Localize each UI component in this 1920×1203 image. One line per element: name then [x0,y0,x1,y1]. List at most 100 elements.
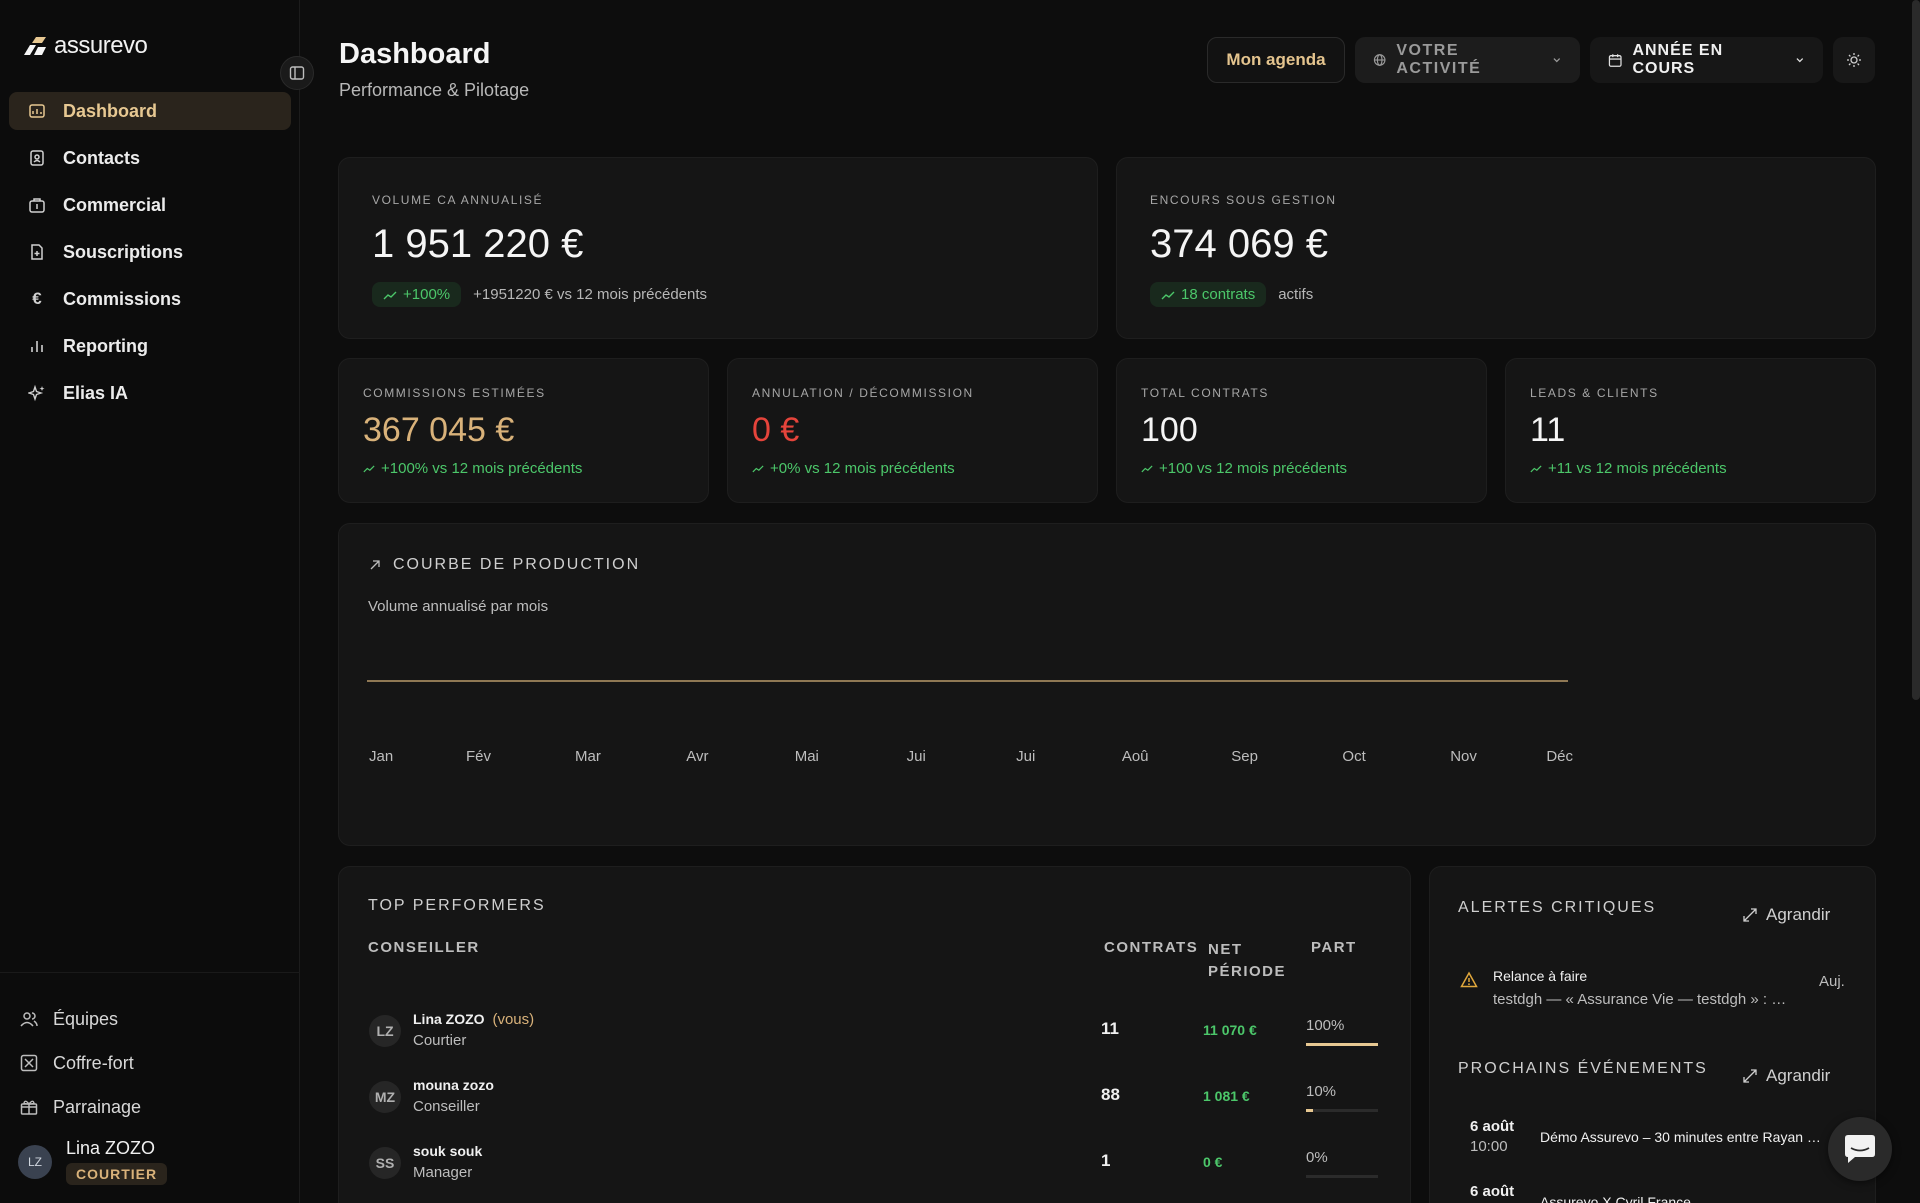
kpi-label: COMMISSIONS ESTIMÉES [363,386,546,400]
kpi-card-commissions: COMMISSIONS ESTIMÉES 367 045 € +100% vs … [338,358,709,503]
alerts-expand-button[interactable]: Agrandir [1742,905,1830,925]
sidebar-item-commercial[interactable]: Commercial [9,186,291,224]
x-tick-label: Avr [686,748,708,765]
sidebar-bottom-nav: Équipes Coffre-fort Parrainage [0,972,300,1129]
sidebar-panel-icon [289,66,305,80]
advisor-role: Conseiller [413,1098,480,1115]
section-title: TOP PERFORMERS [368,897,546,914]
share-percent: 100% [1306,1017,1345,1034]
kpi-card-total-contrats: TOTAL CONTRATS 100 +100 vs 12 mois précé… [1116,358,1487,503]
agenda-button-label: Mon agenda [1226,50,1326,69]
advisor-role: Courtier [413,1032,467,1049]
trend-badge-text: +100% [403,286,451,303]
kpi-label: VOLUME CA ANNUALISÉ [372,193,544,207]
kpi-trend-text: +11 vs 12 mois précédents [1548,460,1727,477]
sidebar-item-label: Équipes [53,1008,119,1029]
chat-widget-button[interactable] [1828,1117,1892,1181]
share-bar [1306,1109,1378,1112]
sidebar-item-dashboard[interactable]: Dashboard [9,92,291,130]
dashboard-icon [27,101,47,121]
sun-icon [1847,53,1861,67]
events-expand-label: Agrandir [1766,1066,1831,1085]
kpi-card-annulation: ANNULATION / DÉCOMMISSION 0 € +0% vs 12 … [727,358,1098,503]
column-header-contracts[interactable]: CONTRATS [1104,939,1198,956]
warning-icon [1460,971,1478,988]
x-tick-label: Jui [907,748,926,765]
activity-filter-dropdown[interactable]: VOTRE ACTIVITÉ [1355,37,1580,83]
users-icon [20,1012,38,1027]
share-bar [1306,1043,1378,1046]
contracts-count: 1 [1101,1151,1111,1170]
contracts-badge-text: 18 contrats [1181,286,1256,303]
x-tick-label: Nov [1450,748,1477,765]
kpi-note: +1951220 € vs 12 mois précédents [473,286,708,303]
trend-badge: +100% [372,282,462,307]
brand-logo[interactable]: assurevo [22,32,148,60]
column-header-share[interactable]: PART [1311,939,1357,956]
agenda-button[interactable]: Mon agenda [1207,37,1345,83]
trend-up-icon [363,465,375,473]
sidebar-item-souscriptions[interactable]: Souscriptions [9,233,291,271]
trend-up-icon [1161,291,1175,299]
column-header-advisor[interactable]: CONSEILLER [368,939,480,956]
advisor-name: Lina ZOZO (vous) [413,1011,534,1028]
sidebar-item-label: Coffre-fort [53,1052,134,1073]
euro-icon: € [32,289,42,308]
event-date: 6 août [1470,1118,1515,1135]
user-profile[interactable]: LZ Lina ZOZO COURTIER [18,1138,168,1185]
bar-chart-icon [27,336,47,356]
kpi-value: 1 951 220 € [372,222,584,266]
avatar: SS [369,1147,401,1179]
advisor-name-text: Lina ZOZO [413,1011,485,1027]
sidebar-item-label: Elias IA [63,382,129,403]
sidebar-item-parrainage[interactable]: Parrainage [0,1085,300,1129]
sidebar-item-reporting[interactable]: Reporting [9,327,291,365]
alert-time: Auj. [1819,973,1845,990]
production-line-chart: Jan Fév Mar Avr Mai Jui Jui Aoû Sep Oct Nov Déc [367,680,1573,765]
kpi-trend-text: +100% vs 12 mois précédents [381,460,583,477]
event-title: Démo Assurevo – 30 minutes entre Rayan … [1540,1129,1821,1145]
kpi-value: 367 045 € [363,411,515,449]
sidebar-item-label: Commercial [63,194,167,215]
brand-name: assurevo [54,32,148,59]
trend-up-icon [1141,465,1153,473]
period-filter-dropdown[interactable]: ANNÉE EN COURS [1590,37,1823,83]
sidebar-item-contacts[interactable]: Contacts [9,139,291,177]
contracts-badge: 18 contrats [1150,282,1267,307]
trend-up-icon [1530,465,1542,473]
contracts-count: 88 [1101,1085,1120,1104]
user-name: Lina ZOZO [66,1138,156,1158]
event-time: 10:00 [1470,1138,1508,1155]
page-scrollbar[interactable] [1912,0,1920,700]
calendar-icon [1608,53,1622,67]
sidebar-item-coffre-fort[interactable]: Coffre-fort [0,1041,300,1085]
user-role-badge: COURTIER [66,1163,168,1185]
share-percent: 10% [1306,1083,1337,1100]
sidebar-item-equipes[interactable]: Équipes [0,997,300,1041]
x-tick-label: Fév [466,748,492,765]
kpi-trend-row: +100% +1951220 € vs 12 mois précédents [372,282,707,307]
x-tick-label: Oct [1342,748,1366,765]
sidebar-toggle-button[interactable] [280,56,314,90]
sidebar-item-label: Dashboard [63,100,158,121]
alert-text: testdgh — « Assurance Vie — testdgh » : … [1493,991,1787,1008]
trend-up-icon [752,465,764,473]
kpi-label: ANNULATION / DÉCOMMISSION [752,386,974,400]
you-tag: (vous) [492,1011,535,1028]
sidebar-item-label: Commissions [63,288,182,309]
sidebar-item-label: Parrainage [53,1096,142,1117]
alerts-title: ALERTES CRITIQUES [1458,899,1657,916]
sidebar-item-commissions[interactable]: € Commissions [9,280,291,318]
sidebar: assurevo Dashboard Contacts Commercial S… [0,0,314,1203]
contacts-icon [27,148,47,168]
avatar: MZ [369,1081,401,1113]
theme-toggle-button[interactable] [1833,37,1875,83]
column-header-net[interactable]: NET PÉRIODE [1208,939,1286,983]
kpi-value: 0 € [752,411,800,449]
sidebar-item-elias-ia[interactable]: Elias IA [9,374,291,412]
x-tick-label: Déc [1546,748,1573,765]
kpi-label: ENCOURS SOUS GESTION [1150,193,1337,207]
events-expand-button[interactable]: Agrandir [1742,1066,1830,1086]
vault-icon [20,1054,38,1072]
x-tick-label: Sep [1231,748,1258,765]
